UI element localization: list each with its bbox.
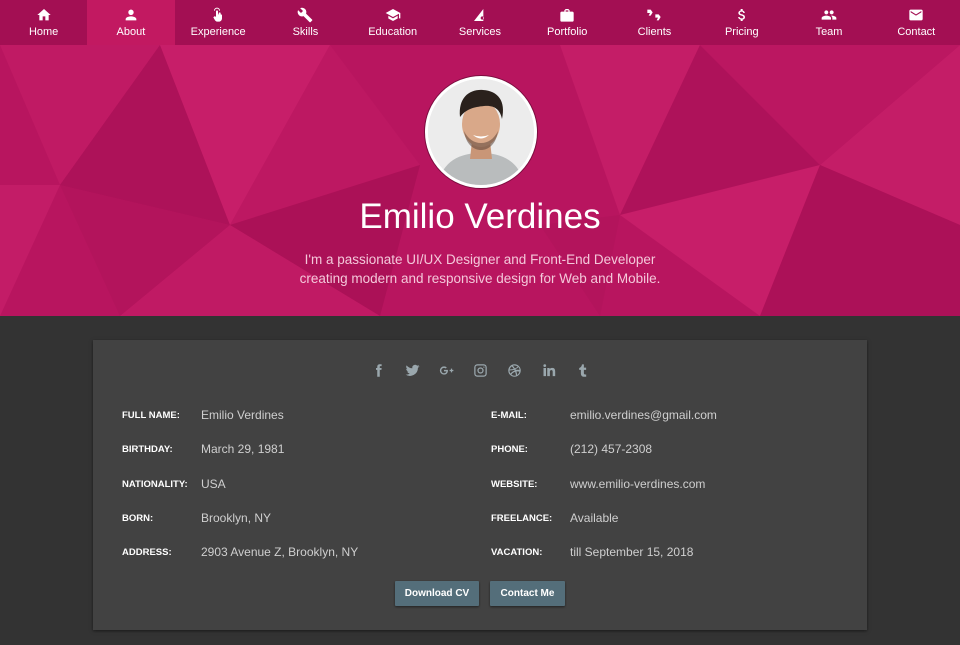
nav-item-home[interactable]: Home [0,0,87,45]
info-label: NATIONALITY: [122,478,188,490]
nav-item-pricing[interactable]: Pricing [698,0,785,45]
dribbble-link[interactable] [506,362,523,379]
profile-photo [428,79,534,185]
nav-label: Education [368,26,418,38]
nav-item-about[interactable]: About [87,0,175,45]
tumblr-icon [578,364,586,377]
google-plus-link[interactable] [438,362,455,379]
instagram-link[interactable] [472,362,489,379]
info-label: E-MAIL: [491,409,527,421]
social-links [93,362,867,379]
info-row: NATIONALITY: USA [122,476,226,492]
nav-item-skills[interactable]: Skills [262,0,349,45]
mail-icon [909,9,923,21]
download-cv-button[interactable]: Download CV [395,581,479,606]
info-value: Available [570,511,619,525]
contact-me-button[interactable]: Contact Me [490,581,565,606]
briefcase-icon [560,9,574,22]
nav-item-experience[interactable]: Experience [175,0,262,45]
nav-label: Contact [897,26,936,38]
info-value: Emilio Verdines [201,408,284,422]
info-row: E-MAIL: emilio.verdines@gmail.com [491,407,717,423]
graduation-cap-icon [385,9,401,21]
info-value: Brooklyn, NY [201,511,272,525]
info-label: FULL NAME: [122,409,180,421]
profile-avatar [425,76,537,188]
twitter-icon [405,364,419,376]
nav-label: Clients [637,26,672,38]
info-row: PHONE: (212) 457-2308 [491,441,652,457]
info-row: FULL NAME: Emilio Verdines [122,407,284,423]
nav-label: About [116,26,146,38]
nav-item-services[interactable]: Services [436,0,523,45]
nav-item-clients[interactable]: Clients [611,0,698,45]
tumblr-link[interactable] [574,362,591,379]
info-label: ADDRESS: [122,546,172,558]
dribbble-icon [507,364,521,377]
dollar-icon [737,9,745,21]
linkedin-link[interactable] [540,362,557,379]
hero-section: Emilio Verdines I'm a passionate UI/UX D… [0,45,960,316]
info-row: VACATION: till September 15, 2018 [491,544,693,560]
info-value: USA [201,477,226,491]
info-value: 2903 Avenue Z, Brooklyn, NY [201,545,359,559]
nav-item-portfolio[interactable]: Portfolio [524,0,611,45]
profile-bio: I'm a passionate UI/UX Designer and Fron… [299,252,661,286]
nav-label: Home [28,26,59,38]
nav-label: Pricing [724,26,759,38]
twitter-link[interactable] [404,362,421,379]
info-value: March 29, 1981 [201,442,285,456]
instagram-icon [473,364,487,377]
info-value: till September 15, 2018 [570,545,694,559]
profile-name: Emilio Verdines [359,197,601,236]
info-label: FREELANCE: [491,512,553,524]
info-label: BORN: [122,512,154,524]
nav-label: Team [815,26,843,38]
info-row: BORN: Brooklyn, NY [122,510,271,526]
facebook-link[interactable] [370,362,387,379]
facebook-icon [375,364,382,377]
info-row: BIRTHDAY: March 29, 1981 [122,441,284,457]
info-label: WEBSITE: [491,478,538,490]
wrench-icon [298,7,313,23]
nav-label: Experience [190,26,246,38]
top-nav: Home About Experience Skills Education S… [0,0,960,45]
phone-value: (212) 457-2308 [570,442,653,456]
website-value[interactable]: www.emilio-verdines.com [570,477,705,491]
about-card: FULL NAME: Emilio Verdines BIRTHDAY: Mar… [93,340,867,630]
info-row: ADDRESS: 2903 Avenue Z, Brooklyn, NY [122,544,358,560]
services-icon [473,9,484,21]
hand-pointer-icon [213,7,223,22]
info-row: WEBSITE: www.emilio-verdines.com [491,476,705,492]
nav-item-education[interactable]: Education [349,0,436,45]
email-value[interactable]: emilio.verdines@gmail.com [570,408,717,422]
team-icon [821,10,837,20]
nav-label: Skills [292,26,319,38]
google-plus-icon [439,366,453,375]
info-label: PHONE: [491,443,528,455]
person-icon [125,9,137,21]
nav-item-team[interactable]: Team [785,0,872,45]
info-label: VACATION: [491,546,543,558]
info-row: FREELANCE: Available [491,510,618,526]
nav-label: Portfolio [547,26,588,38]
nav-item-contact[interactable]: Contact [873,0,960,45]
nav-label: Services [458,26,502,38]
home-icon [36,9,51,21]
info-label: BIRTHDAY: [122,443,173,455]
linkedin-icon [542,364,555,377]
thumbs-icon [647,9,662,21]
